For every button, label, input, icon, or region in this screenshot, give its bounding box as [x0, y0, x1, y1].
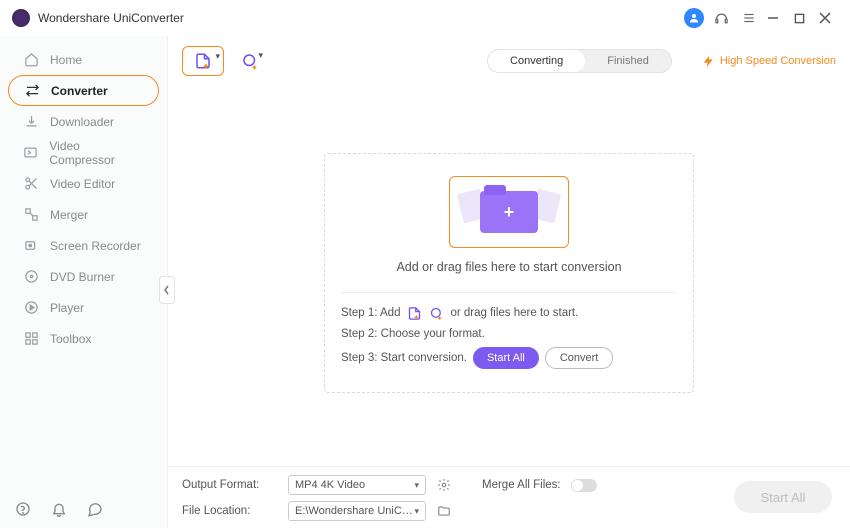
merge-label: Merge All Files:: [482, 479, 561, 491]
sidebar-item-merger[interactable]: Merger: [8, 199, 159, 230]
bell-icon[interactable]: [50, 500, 68, 518]
app-logo-icon: [12, 9, 30, 27]
file-location-label: File Location:: [182, 505, 278, 517]
add-from-device-button[interactable]: ▾: [234, 46, 266, 76]
sidebar: Home Converter Downloader Video Compress…: [0, 36, 168, 528]
merge-toggle[interactable]: [571, 479, 597, 492]
sidebar-item-label: Screen Recorder: [50, 239, 141, 253]
lightning-icon: [702, 55, 715, 68]
step-1-suffix: or drag files here to start.: [450, 307, 578, 319]
chevron-down-icon: ▾: [414, 506, 419, 517]
output-format-label: Output Format:: [182, 479, 278, 491]
high-speed-link[interactable]: High Speed Conversion: [702, 55, 836, 68]
merge-icon: [22, 206, 40, 224]
app-title: Wondershare UniConverter: [38, 11, 184, 25]
sidebar-item-downloader[interactable]: Downloader: [8, 106, 159, 137]
sidebar-item-label: Merger: [50, 208, 88, 222]
bottom-bar: Output Format: MP4 4K Video ▾ Merge All …: [168, 466, 850, 528]
step-2: Step 2: Choose your format.: [341, 328, 677, 340]
titlebar: Wondershare UniConverter: [0, 0, 850, 36]
sidebar-item-label: Toolbox: [50, 332, 91, 346]
start-all-button[interactable]: Start All: [473, 347, 539, 369]
help-icon[interactable]: [14, 500, 32, 518]
add-folder-button[interactable]: +: [449, 176, 569, 248]
sidebar-item-label: Converter: [51, 84, 108, 98]
window-maximize-button[interactable]: [786, 5, 812, 31]
sidebar-item-recorder[interactable]: Screen Recorder: [8, 230, 159, 261]
scissors-icon: [22, 175, 40, 193]
sidebar-item-dvd[interactable]: DVD Burner: [8, 261, 159, 292]
headset-icon[interactable]: [710, 7, 732, 29]
content-area: + Add or drag files here to start conver…: [168, 80, 850, 466]
file-location-select[interactable]: E:\Wondershare UniConverter ▾: [288, 501, 426, 521]
chevron-down-icon: ▾: [258, 50, 263, 61]
step-3-prefix: Step 3: Start conversion.: [341, 352, 467, 364]
window-minimize-button[interactable]: [760, 5, 786, 31]
tab-converting[interactable]: Converting: [488, 50, 585, 72]
step-3: Step 3: Start conversion. Start All Conv…: [341, 347, 677, 369]
toolbar: ▾ ▾ Converting Finished High Speed Conve…: [168, 36, 850, 80]
compress-icon: [22, 144, 39, 162]
dropzone-headline: Add or drag files here to start conversi…: [396, 260, 621, 274]
step-1: Step 1: Add or drag files here to start.: [341, 305, 677, 321]
sidebar-item-label: DVD Burner: [50, 270, 115, 284]
file-location-value: E:\Wondershare UniConverter: [295, 505, 414, 517]
sidebar-item-converter[interactable]: Converter: [8, 75, 159, 106]
sidebar-item-label: Player: [50, 301, 84, 315]
window-close-button[interactable]: [812, 5, 838, 31]
main-area: ▾ ▾ Converting Finished High Speed Conve…: [168, 36, 850, 528]
step-1-prefix: Step 1: Add: [341, 307, 400, 319]
tab-finished[interactable]: Finished: [585, 50, 671, 72]
feedback-icon[interactable]: [86, 500, 104, 518]
high-speed-label: High Speed Conversion: [720, 55, 836, 67]
converter-icon: [23, 82, 41, 100]
output-format-select[interactable]: MP4 4K Video ▾: [288, 475, 426, 495]
user-avatar-icon[interactable]: [684, 8, 704, 28]
sidebar-item-player[interactable]: Player: [8, 292, 159, 323]
add-files-button[interactable]: ▾: [182, 46, 224, 76]
open-folder-icon[interactable]: [436, 503, 452, 519]
sidebar-item-label: Video Editor: [50, 177, 115, 191]
menu-icon[interactable]: [738, 7, 760, 29]
convert-button[interactable]: Convert: [545, 347, 614, 369]
sidebar-item-label: Home: [50, 53, 82, 67]
status-tabs: Converting Finished: [487, 49, 672, 73]
grid-icon: [22, 330, 40, 348]
sidebar-item-label: Downloader: [50, 115, 114, 129]
sidebar-item-label: Video Compressor: [49, 139, 145, 167]
sidebar-item-compressor[interactable]: Video Compressor: [8, 137, 159, 168]
sidebar-item-editor[interactable]: Video Editor: [8, 168, 159, 199]
sidebar-item-home[interactable]: Home: [8, 44, 159, 75]
dropzone[interactable]: + Add or drag files here to start conver…: [324, 153, 694, 393]
output-format-value: MP4 4K Video: [295, 479, 365, 491]
play-icon: [22, 299, 40, 317]
settings-icon[interactable]: [436, 477, 452, 493]
steps-list: Step 1: Add or drag files here to start.…: [341, 292, 677, 369]
sidebar-item-toolbox[interactable]: Toolbox: [8, 323, 159, 354]
disc-icon: [22, 268, 40, 286]
add-device-mini-icon[interactable]: [428, 305, 444, 321]
sidebar-footer: [0, 490, 167, 528]
folder-icon: +: [480, 191, 538, 233]
chevron-down-icon: ▾: [215, 51, 220, 62]
home-icon: [22, 51, 40, 69]
sidebar-collapse-button[interactable]: [159, 276, 175, 304]
download-icon: [22, 113, 40, 131]
chevron-down-icon: ▾: [414, 480, 419, 491]
start-all-main-button[interactable]: Start All: [734, 481, 832, 513]
add-file-mini-icon[interactable]: [406, 305, 422, 321]
record-icon: [22, 237, 40, 255]
